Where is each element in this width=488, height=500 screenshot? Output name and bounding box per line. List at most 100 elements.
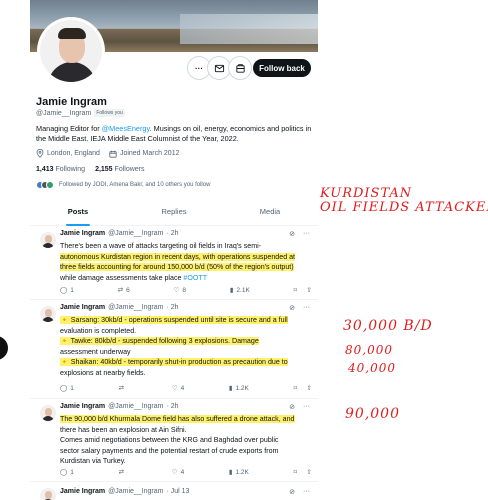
tweet-avatar[interactable] xyxy=(40,488,56,500)
annotation-value-2: 80,000 xyxy=(345,343,393,357)
follows-you-badge: Follows you xyxy=(94,109,125,117)
share-icon[interactable]: ⇧ xyxy=(307,384,312,392)
tweet-author-name[interactable]: Jamie Ingram xyxy=(60,403,105,410)
tweet-top-icons: ⊘ ··· xyxy=(289,403,310,411)
message-icon xyxy=(214,64,224,72)
notifications-button[interactable] xyxy=(228,56,252,80)
views-icon: ▮ xyxy=(229,287,234,294)
reply-button[interactable]: ◯ 1 xyxy=(60,286,74,295)
following-link[interactable]: 1,413 Following xyxy=(36,166,85,173)
tab-media[interactable]: Media xyxy=(222,198,318,225)
retweet-button[interactable]: ⇄ xyxy=(119,384,127,392)
tweet[interactable]: Jamie Ingram @Jamie__Ingram · 2h ⊘ ··· T… xyxy=(30,399,318,482)
tweet-line: evaluation is completed. xyxy=(60,326,137,335)
tweet[interactable]: Jamie Ingram @Jamie__Ingram · Jul 13 ⊘ ·… xyxy=(30,482,318,500)
tweet-avatar[interactable] xyxy=(40,405,56,421)
followed-by[interactable]: Followed by JODI, Amena Bakr, and 10 oth… xyxy=(36,181,210,189)
tweet-time[interactable]: · 2h xyxy=(167,403,179,410)
retweet-button[interactable]: ⇄ 6 xyxy=(117,286,130,295)
tweet-line: 🔸 Shaikan: 40kb/d - temporarily shut-in … xyxy=(60,358,288,366)
calendar-icon xyxy=(109,150,117,158)
like-icon: ♡ xyxy=(173,287,180,294)
profile-bio: Managing Editor for @MeesEnergy. Musings… xyxy=(36,124,318,144)
retweet-icon: ⇄ xyxy=(118,469,125,476)
more-icon[interactable]: ··· xyxy=(303,403,310,411)
tweet-author-name[interactable]: Jamie Ingram xyxy=(60,304,105,311)
followers-link[interactable]: 2,155 Followers xyxy=(95,166,144,173)
tweet-author-handle[interactable]: @Jamie__Ingram xyxy=(108,304,163,311)
profile-tabs: Posts Replies Media xyxy=(30,198,318,226)
tweet[interactable]: Jamie Ingram @Jamie__Ingram · 2h ⊘ ··· T… xyxy=(30,226,318,300)
like-button[interactable]: ♡ 4 xyxy=(171,468,184,477)
tweet-author-handle[interactable]: @Jamie__Ingram xyxy=(108,230,163,237)
like-icon: ♡ xyxy=(171,469,178,476)
tweet-line: three fields accounting for around 150,0… xyxy=(60,263,294,271)
share-icon[interactable]: ⇧ xyxy=(307,286,312,294)
avatar[interactable] xyxy=(37,17,105,85)
tweet-text: The 90,000 b/d Khurmala Dome field has a… xyxy=(60,414,312,467)
share-icon[interactable]: ⇧ xyxy=(307,468,312,476)
grok-icon[interactable]: ⊘ xyxy=(289,403,295,411)
bookmark-icon[interactable]: ⌑ xyxy=(294,286,297,294)
tweet-time[interactable]: · 2h xyxy=(167,230,179,237)
tweet-line: while damage assessments take place #OOT… xyxy=(60,273,208,282)
tweet-time[interactable]: · Jul 13 xyxy=(167,488,190,495)
tweet-header: Jamie Ingram @Jamie__Ingram · 2h xyxy=(60,230,179,237)
tweet-time[interactable]: · 2h xyxy=(167,304,179,311)
annotation-value-1: 30,000 B/D xyxy=(343,318,433,334)
more-icon[interactable]: ··· xyxy=(303,304,310,312)
like-button[interactable]: ♡ 8 xyxy=(173,286,186,295)
more-icon[interactable]: ··· xyxy=(303,488,310,496)
tweet-top-icons: ⊘ ··· xyxy=(289,230,310,238)
views-button[interactable]: ▮ 1.2K xyxy=(229,468,249,477)
tweet-author-name[interactable]: Jamie Ingram xyxy=(60,230,105,237)
retweet-icon: ⇄ xyxy=(118,385,125,392)
grok-icon[interactable]: ⊘ xyxy=(289,230,295,238)
tweet-line: 🔸 Sarsang: 30kb/d - operations suspended… xyxy=(60,316,288,324)
bookmark-icon[interactable]: ⌑ xyxy=(294,468,297,476)
annotation-line2: OIL FIELDS ATTACKED xyxy=(320,200,488,215)
tweet-text: 🔸 Sarsang: 30kb/d - operations suspended… xyxy=(60,315,312,378)
followed-by-text: Followed by JODI, Amena Bakr, and 10 oth… xyxy=(59,182,211,188)
hashtag-link[interactable]: #OOTT xyxy=(183,274,207,282)
retweet-button[interactable]: ⇄ xyxy=(119,468,127,476)
tweet-line: explosions at nearby fields. xyxy=(60,368,146,377)
profile-location: London, England xyxy=(47,150,100,157)
tweet-actions: ◯ 1 ⇄ ♡ 4 ▮ 1.2K ⌑ ⇧ xyxy=(60,384,312,393)
tweet-header: Jamie Ingram @Jamie__Ingram · 2h xyxy=(60,403,179,410)
bookmark-share: ⌑ ⇧ xyxy=(294,286,312,294)
like-button[interactable]: ♡ 4 xyxy=(171,384,184,393)
bookmark-icon[interactable]: ⌑ xyxy=(294,384,297,392)
tab-replies[interactable]: Replies xyxy=(126,198,222,225)
tweet-author-handle[interactable]: @Jamie__Ingram xyxy=(108,488,163,495)
profile-joined: Joined March 2012 xyxy=(119,150,180,157)
side-scroll-handle[interactable] xyxy=(0,336,8,360)
tweet-line: 🔸 Tawke: 80kb/d - suspended following 3 … xyxy=(60,337,259,345)
bookmark-share: ⌑ ⇧ xyxy=(294,384,312,392)
tweet-top-icons: ⊘ ··· xyxy=(289,488,310,496)
reply-button[interactable]: ◯ 1 xyxy=(60,468,74,477)
views-button[interactable]: ▮ 1.2K xyxy=(229,384,249,393)
tweet-avatar[interactable] xyxy=(40,232,56,248)
follow-back-button[interactable]: Follow back xyxy=(253,59,311,77)
like-icon: ♡ xyxy=(171,385,178,392)
tab-posts[interactable]: Posts xyxy=(30,198,126,226)
tweet-avatar[interactable] xyxy=(40,306,56,322)
tweet-header: Jamie Ingram @Jamie__Ingram · Jul 13 xyxy=(60,488,189,495)
bio-link[interactable]: @MeesEnergy xyxy=(102,124,150,133)
tweet-author-handle[interactable]: @Jamie__Ingram xyxy=(108,403,163,410)
tweet-actions: ◯ 1 ⇄ ♡ 4 ▮ 1.2K ⌑ ⇧ xyxy=(60,468,312,477)
reply-button[interactable]: ◯ 1 xyxy=(60,384,74,393)
tweet-line: Kurdistan via Turkey. xyxy=(60,457,126,465)
bio-prefix: Managing Editor for xyxy=(36,124,102,133)
grok-icon[interactable]: ⊘ xyxy=(289,304,295,312)
retweet-icon: ⇄ xyxy=(117,287,124,294)
tweet-line: Comes amid negotiations between the KRG … xyxy=(60,436,279,444)
follower-avatar xyxy=(46,181,54,189)
more-icon[interactable]: ··· xyxy=(303,230,310,238)
handle-row: @Jamie__Ingram Follows you xyxy=(36,109,125,117)
grok-icon[interactable]: ⊘ xyxy=(289,488,295,496)
views-button[interactable]: ▮ 2.1K xyxy=(229,286,250,295)
tweet-author-name[interactable]: Jamie Ingram xyxy=(60,488,105,495)
tweet[interactable]: Jamie Ingram @Jamie__Ingram · 2h ⊘ ··· 🔸… xyxy=(30,300,318,399)
